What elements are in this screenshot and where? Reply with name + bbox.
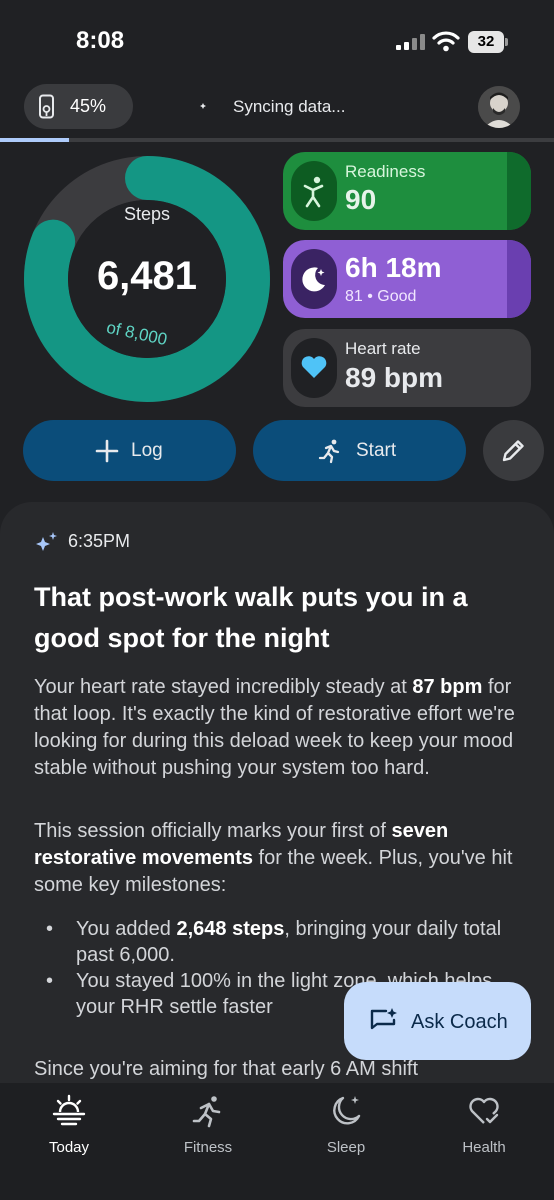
battery-indicator: 32 — [468, 31, 508, 53]
nav-today-label: Today — [48, 1139, 90, 1156]
start-button-label: Start — [356, 440, 397, 461]
heart-rate-label: Heart rate — [345, 339, 421, 358]
ask-coach-label: Ask Coach — [411, 1011, 508, 1033]
edit-button[interactable] — [483, 420, 544, 481]
nav-fitness[interactable]: Fitness — [163, 1091, 253, 1161]
readiness-side-bar — [507, 152, 531, 230]
chat-sparkle-icon — [368, 1006, 400, 1036]
nav-sleep[interactable]: Sleep — [301, 1091, 391, 1161]
insight-time: 6:35PM — [68, 531, 131, 551]
steps-label: Steps — [123, 204, 171, 224]
nav-fitness-label: Fitness — [183, 1139, 233, 1156]
log-button-label: Log — [131, 440, 163, 461]
status-bar: 8:08 32 — [0, 0, 554, 84]
sleep-side-bar — [507, 240, 531, 318]
sunrise-icon — [52, 1094, 86, 1126]
sync-progress-fill — [0, 138, 70, 142]
nav-sleep-label: Sleep — [326, 1139, 366, 1156]
heart-rate-tile[interactable]: Heart rate 89 bpm — [283, 329, 531, 407]
device-battery-chip[interactable]: 45% — [24, 84, 133, 129]
nav-health-label: Health — [462, 1139, 506, 1156]
wifi-icon — [432, 30, 460, 52]
readiness-tile[interactable]: Readiness 90 — [283, 152, 531, 230]
heart-rate-value: 89 bpm — [345, 362, 444, 393]
runner-icon — [192, 1096, 221, 1128]
moon-icon — [333, 1096, 361, 1125]
plus-icon — [94, 438, 120, 464]
insight-paragraph-2: This session officially marks your first… — [34, 820, 513, 896]
battery-level: 32 — [468, 31, 504, 53]
ask-coach-button[interactable]: Ask Coach — [344, 982, 531, 1060]
device-battery-level: 45% — [70, 96, 107, 116]
heart-check-icon — [469, 1097, 499, 1124]
profile-avatar[interactable] — [478, 86, 520, 128]
sync-sparkle-icon — [200, 96, 206, 109]
sync-progress-bar — [0, 138, 554, 142]
readiness-label: Readiness — [345, 162, 426, 181]
insight-paragraph-3: Since you're aiming for that early 6 AM … — [34, 1058, 418, 1080]
readiness-figure-icon — [291, 161, 337, 221]
pencil-icon — [502, 440, 524, 462]
sleep-tile[interactable]: 6h 18m 81 • Good — [283, 240, 531, 318]
nav-health[interactable]: Health — [439, 1091, 529, 1161]
sparkle-icon — [34, 529, 60, 555]
steps-value: 6,481 — [96, 254, 198, 298]
moon-stars-icon — [291, 249, 337, 309]
heart-icon — [291, 338, 337, 398]
milestone-item: You added 2,648 steps, bringing your dai… — [46, 916, 526, 968]
sync-status-text: Syncing data... — [233, 97, 346, 116]
nav-today[interactable]: Today — [24, 1091, 114, 1161]
sleep-duration: 6h 18m — [345, 252, 442, 283]
sleep-score: 81 • Good — [345, 288, 417, 305]
insight-title: That post-work walk puts you in a good s… — [34, 582, 468, 653]
insight-paragraph-1: Your heart rate stayed incredibly steady… — [34, 676, 515, 779]
readiness-value: 90 — [345, 184, 377, 215]
device-battery-icon — [36, 94, 58, 120]
bottom-navigation: Today Fitness Sleep Health — [0, 1083, 554, 1200]
steps-ring[interactable]: Steps 6,481 of 8,000 — [22, 154, 272, 404]
start-workout-button[interactable]: Start — [253, 420, 466, 481]
log-button[interactable]: Log — [23, 420, 236, 481]
runner-icon — [317, 438, 343, 464]
cellular-signal-icon — [396, 34, 426, 50]
status-time: 8:08 — [76, 27, 125, 54]
